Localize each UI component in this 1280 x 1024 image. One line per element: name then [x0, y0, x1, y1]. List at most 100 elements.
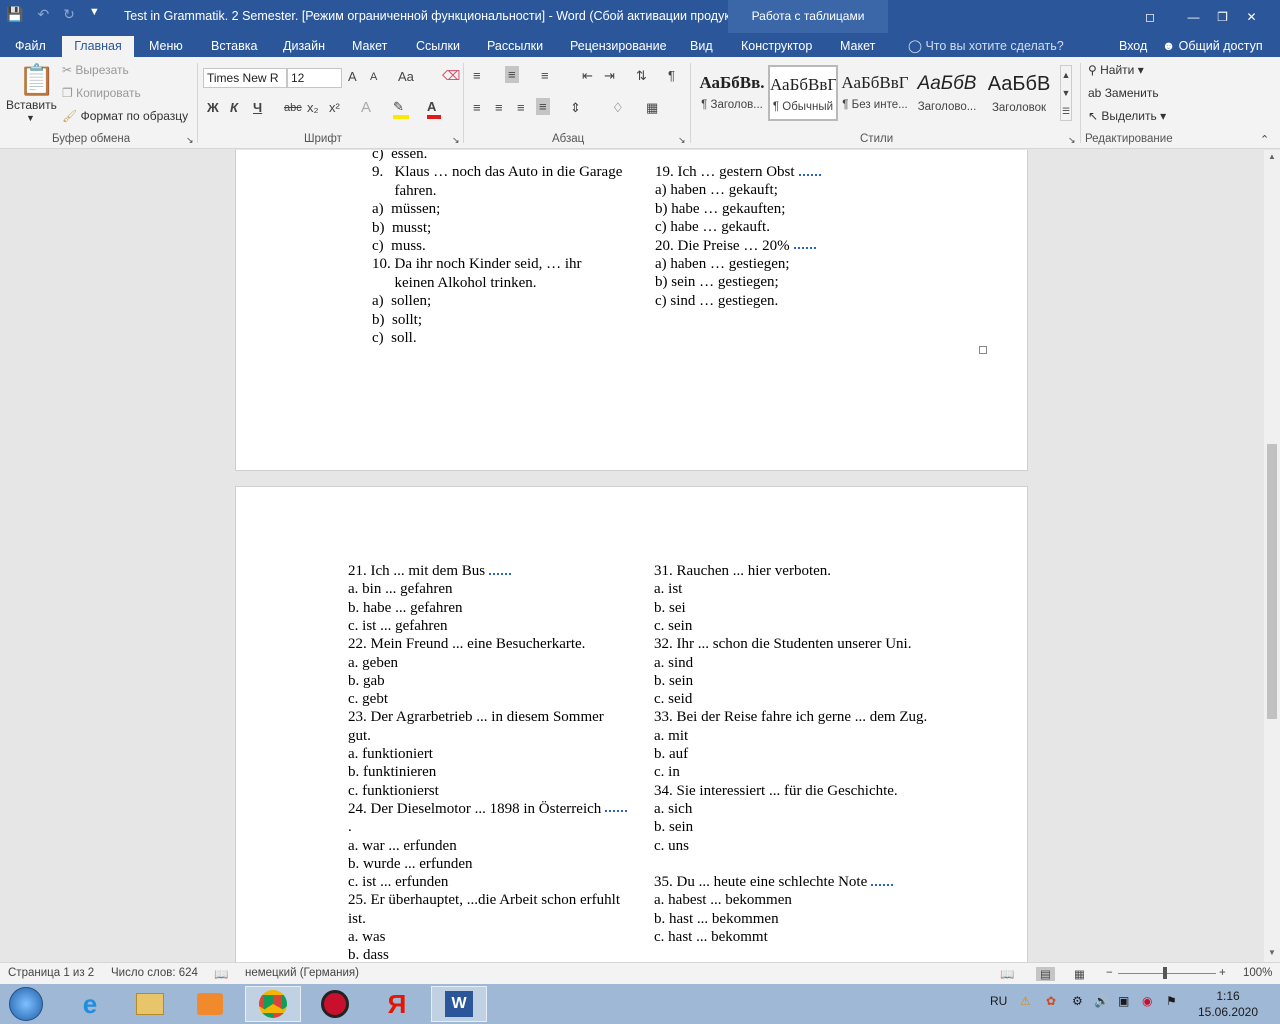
print-layout-icon[interactable]: ▤ — [1036, 967, 1055, 981]
superscript-button[interactable]: x² — [329, 100, 340, 115]
web-layout-icon[interactable]: ▦ — [1074, 967, 1085, 981]
redo-icon[interactable]: ↻ — [63, 6, 75, 23]
document-line[interactable]: c) essen. — [372, 150, 427, 163]
italic-button[interactable]: К — [230, 100, 238, 115]
align-center-icon[interactable]: ≡ — [495, 100, 503, 115]
document-line[interactable]: 24. Der Dieselmotor ... 1898 in Österrei… — [348, 801, 628, 818]
line-spacing-icon[interactable]: ⇕ — [570, 100, 581, 116]
font-launcher-icon[interactable]: ↘ — [452, 135, 460, 146]
tab-review[interactable]: Рецензирование — [564, 36, 673, 57]
shrink-font-icon[interactable]: A — [370, 71, 377, 83]
increase-indent-icon[interactable]: ⇥ — [604, 68, 615, 84]
align-left-icon[interactable]: ≡ — [473, 100, 481, 115]
signin-link[interactable]: Вход — [1113, 36, 1153, 57]
undo-icon[interactable]: ↶ — [37, 6, 49, 23]
document-line[interactable]: a) haben … gestiegen; — [655, 256, 790, 273]
chrome-icon[interactable] — [245, 986, 301, 1022]
zoom-slider[interactable] — [1118, 973, 1216, 974]
zoom-level[interactable]: 100% — [1243, 967, 1272, 979]
word-count[interactable]: Число слов: 624 — [111, 967, 198, 979]
zoom-out-icon[interactable]: − — [1106, 967, 1113, 979]
document-line[interactable]: c. seid — [654, 691, 692, 708]
tab-design[interactable]: Дизайн — [277, 36, 331, 57]
scroll-up-icon[interactable]: ▲ — [1268, 152, 1276, 161]
format-painter-button[interactable]: 🖌 Формат по образцу — [62, 109, 188, 123]
tab-home[interactable]: Главная — [62, 36, 134, 57]
document-line[interactable]: 22. Mein Freund ... eine Besucherkarte. — [348, 636, 585, 653]
network-icon[interactable]: ▣ — [1118, 994, 1129, 1008]
tray-app-icon[interactable]: ✿ — [1046, 994, 1056, 1008]
tell-me-box[interactable]: ◯ Что вы хотите сделать? — [902, 36, 1070, 57]
select-button[interactable]: ↖ Выделить ▾ — [1088, 109, 1166, 123]
document-line[interactable]: b) sollt; — [372, 312, 422, 329]
tab-layout[interactable]: Макет — [346, 36, 393, 57]
document-line[interactable]: ist. — [348, 911, 366, 928]
save-icon[interactable]: 💾 — [6, 6, 23, 23]
document-line[interactable]: 9. Klaus … noch das Auto in die Garage — [372, 164, 622, 181]
action-center-icon[interactable]: ⚑ — [1166, 994, 1177, 1008]
volume-icon[interactable]: 🔊 — [1094, 994, 1109, 1008]
internet-explorer-icon[interactable]: e — [62, 986, 118, 1022]
proofing-icon[interactable]: 📖 — [214, 967, 228, 981]
document-line[interactable]: b. habe ... gefahren — [348, 600, 463, 617]
document-line[interactable]: a. bin ... gefahren — [348, 581, 453, 598]
copy-button[interactable]: ❐ Копировать — [62, 86, 141, 100]
paste-dropdown-icon[interactable]: ▼ — [26, 113, 35, 123]
word-taskbar-icon[interactable]: W — [431, 986, 487, 1022]
document-line[interactable]: 32. Ihr ... schon die Studenten unserer … — [654, 636, 911, 653]
start-button[interactable] — [0, 986, 52, 1022]
font-name-field[interactable]: Times New R — [203, 68, 287, 88]
document-line[interactable]: b) habe … gekauften; — [655, 201, 785, 218]
document-line[interactable]: 19. Ich … gestern Obst — [655, 164, 821, 181]
bold-button[interactable]: Ж — [207, 100, 219, 115]
numbering-icon[interactable]: ≡ — [505, 66, 519, 83]
document-line[interactable]: gut. — [348, 728, 371, 745]
text-effects-icon[interactable]: A — [361, 99, 371, 116]
tab-references[interactable]: Ссылки — [410, 36, 466, 57]
tray-settings-icon[interactable]: ⚙ — [1072, 994, 1083, 1008]
game-app-icon[interactable] — [307, 986, 363, 1022]
document-line[interactable]: c. ist ... gefahren — [348, 618, 448, 635]
document-line[interactable]: a. sich — [654, 801, 692, 818]
document-line[interactable]: c. funktionierst — [348, 783, 439, 800]
document-line[interactable]: b. dass — [348, 947, 389, 962]
tab-file[interactable]: Файл — [9, 36, 52, 57]
cut-button[interactable]: ✂ Вырезать — [62, 63, 129, 77]
file-explorer-icon[interactable] — [122, 986, 178, 1022]
document-line[interactable]: 25. Er überhauptet, ...die Arbeit schon … — [348, 892, 620, 909]
document-line[interactable]: a) sollen; — [372, 293, 431, 310]
zoom-in-icon[interactable]: + — [1219, 967, 1226, 979]
vertical-scrollbar[interactable]: ▲ ▼ — [1264, 150, 1280, 962]
align-right-icon[interactable]: ≡ — [517, 100, 525, 115]
style-title[interactable]: АаБбВ Заголовок — [984, 65, 1054, 121]
document-line[interactable]: a. mit — [654, 728, 688, 745]
tab-insert[interactable]: Вставка — [205, 36, 263, 57]
tab-view[interactable]: Вид — [684, 36, 719, 57]
style-no-spacing[interactable]: АаБбВвГ ¶ Без инте... — [840, 65, 910, 121]
scroll-thumb[interactable] — [1267, 444, 1277, 719]
style-normal[interactable]: АаБбВвГ ¶ Обычный — [768, 65, 838, 121]
document-line[interactable]: a. habest ... bekommen — [654, 892, 792, 909]
document-line[interactable]: 33. Bei der Reise fahre ich gerne ... de… — [654, 709, 927, 726]
page-count[interactable]: Страница 1 из 2 — [8, 967, 94, 979]
document-line[interactable]: c. sein — [654, 618, 692, 635]
styles-scroll-icon[interactable]: ▲ ▼ ☰ — [1060, 65, 1072, 121]
clock[interactable]: 1:16 15.06.2020 — [1194, 988, 1262, 1020]
media-player-icon[interactable] — [182, 986, 238, 1022]
style-heading-2[interactable]: АаБбВ Заголово... — [912, 65, 982, 121]
tab-mailings[interactable]: Рассылки — [481, 36, 549, 57]
document-line[interactable]: c. uns — [654, 838, 689, 855]
document-line[interactable]: b) musst; — [372, 220, 431, 237]
document-line[interactable]: c) soll. — [372, 330, 417, 347]
style-heading-1[interactable]: АаБбВв. ¶ Заголов... — [697, 65, 767, 121]
document-line[interactable]: b. hast ... bekommen — [654, 911, 779, 928]
styles-launcher-icon[interactable]: ↘ — [1068, 135, 1076, 146]
font-color-icon[interactable]: A — [427, 99, 441, 119]
close-button[interactable]: ✕ — [1237, 5, 1266, 29]
document-line[interactable]: 35. Du ... heute eine schlechte Note — [654, 874, 894, 891]
shading-icon[interactable]: ♢ — [612, 100, 624, 116]
change-case-button[interactable]: Aa — [398, 69, 414, 84]
paste-button[interactable]: Вставить — [6, 98, 57, 112]
sort-icon[interactable]: ⇅ — [636, 68, 647, 84]
document-line[interactable]: b. wurde ... erfunden — [348, 856, 473, 873]
